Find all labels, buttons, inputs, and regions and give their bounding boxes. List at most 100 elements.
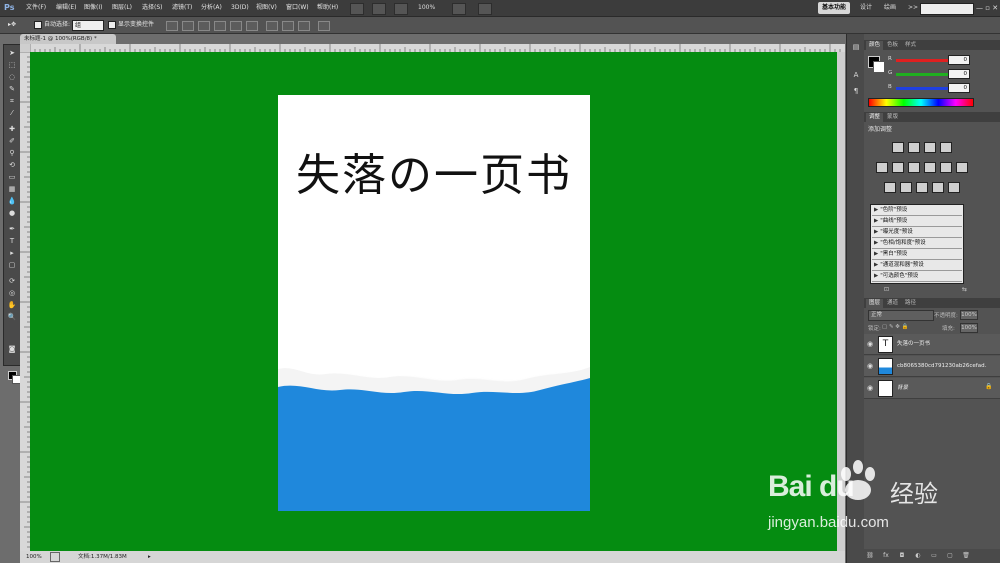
color-value-b[interactable]: 0 xyxy=(948,83,970,93)
menu-file[interactable]: 文件(F) xyxy=(26,3,46,13)
history-icon[interactable]: ▤ xyxy=(850,42,862,53)
brightness-icon[interactable] xyxy=(892,142,904,153)
add-mask-icon[interactable]: ◘ xyxy=(898,552,906,560)
tab-styles[interactable]: 样式 xyxy=(902,41,919,50)
color-balance-icon[interactable] xyxy=(908,162,920,173)
move-tool-icon[interactable]: ▸✥ xyxy=(8,20,16,30)
layer-name[interactable]: 失落の一页书 xyxy=(897,339,987,349)
hue-saturation-icon[interactable] xyxy=(892,162,904,173)
menu-analysis[interactable]: 分析(A) xyxy=(201,3,222,13)
align-vcenter-icon[interactable] xyxy=(182,21,194,31)
invert-icon[interactable] xyxy=(884,182,896,193)
adjustment-layer-icon[interactable]: ◐ xyxy=(914,552,922,560)
hand-tool-icon[interactable]: ✋ xyxy=(6,301,18,310)
brush-tool-icon[interactable]: ✐ xyxy=(6,137,18,146)
3d-camera-tool-icon[interactable]: ◎ xyxy=(6,289,18,298)
document-page[interactable]: 失落の一页书 xyxy=(278,95,590,511)
character-icon[interactable]: A xyxy=(850,70,862,81)
auto-align-icon[interactable] xyxy=(318,21,330,31)
screen-mode-icon[interactable] xyxy=(478,3,492,15)
preset-levels[interactable]: ▶ "色阶"预设 xyxy=(872,206,962,216)
history-brush-tool-icon[interactable]: ⟲ xyxy=(6,161,18,170)
menu-window[interactable]: 窗口(W) xyxy=(286,3,309,13)
preset-channel-mixer[interactable]: ▶ "通道混和器"预设 xyxy=(872,261,962,271)
new-layer-icon[interactable]: ▢ xyxy=(946,552,954,560)
threshold-icon[interactable] xyxy=(916,182,928,193)
menu-layer[interactable]: 图层(L) xyxy=(112,3,132,13)
menu-image[interactable]: 图像(I) xyxy=(84,3,102,13)
selective-color-icon[interactable] xyxy=(948,182,960,193)
eye-icon[interactable]: ◉ xyxy=(867,384,875,392)
preset-exposure[interactable]: ▶ "曝光度"预设 xyxy=(872,228,962,238)
path-select-tool-icon[interactable]: ▸ xyxy=(6,249,18,258)
healing-brush-tool-icon[interactable]: ✚ xyxy=(6,125,18,134)
zoom-level[interactable]: 100% xyxy=(418,3,448,13)
blur-tool-icon[interactable]: 💧 xyxy=(6,197,18,206)
distribute-top-icon[interactable] xyxy=(266,21,278,31)
new-group-icon[interactable]: ▭ xyxy=(930,552,938,560)
link-layers-icon[interactable]: ⛓ xyxy=(866,552,874,560)
eraser-tool-icon[interactable]: ▭ xyxy=(6,173,18,182)
layer-row-text[interactable]: ◉ T 失落の一页书 xyxy=(864,334,1000,355)
align-top-icon[interactable] xyxy=(166,21,178,31)
preset-selective-color[interactable]: ▶ "可选颜色"预设 xyxy=(872,272,962,282)
show-transform-checkbox[interactable]: 显示变换控件 xyxy=(108,20,154,30)
black-white-icon[interactable] xyxy=(924,162,936,173)
move-tool-icon[interactable]: ➤ xyxy=(6,49,18,58)
lock-icons[interactable]: ▢ ✎ ✥ 🔒 xyxy=(882,324,922,332)
paragraph-icon[interactable]: ¶ xyxy=(850,86,862,97)
preset-hue-saturation[interactable]: ▶ "色相/饱和度"预设 xyxy=(872,239,962,249)
align-hcenter-icon[interactable] xyxy=(230,21,242,31)
color-value-g[interactable]: 0 xyxy=(948,69,970,79)
eye-icon[interactable]: ◉ xyxy=(867,362,875,370)
opacity-value[interactable]: 100% xyxy=(960,310,978,320)
eyedropper-tool-icon[interactable]: ⁄ xyxy=(6,109,18,118)
quick-select-tool-icon[interactable]: ✎ xyxy=(6,85,18,94)
tab-swatches[interactable]: 色板 xyxy=(884,41,901,50)
pen-tool-icon[interactable]: ✒ xyxy=(6,225,18,234)
menu-view[interactable]: 视图(V) xyxy=(256,3,277,13)
menu-3d[interactable]: 3D(D) xyxy=(231,3,249,13)
type-tool-icon[interactable]: T xyxy=(6,237,18,246)
align-bottom-icon[interactable] xyxy=(198,21,210,31)
fill-value[interactable]: 100% xyxy=(960,323,978,333)
marquee-tool-icon[interactable]: ⬚ xyxy=(6,61,18,70)
auto-select-dropdown[interactable]: 组 xyxy=(72,20,104,31)
lasso-tool-icon[interactable]: ◌ xyxy=(6,73,18,82)
search-input[interactable] xyxy=(920,3,974,15)
layer-row-image[interactable]: ◉ cb8065380cd791230ab26cefad... xyxy=(864,356,1000,377)
distribute-bottom-icon[interactable] xyxy=(298,21,310,31)
tab-paths[interactable]: 路径 xyxy=(902,299,919,308)
layer-row-background[interactable]: ◉ 背景 🔒 xyxy=(864,378,1000,399)
align-right-icon[interactable] xyxy=(246,21,258,31)
layer-style-icon[interactable]: fx xyxy=(882,552,890,560)
view-extras-icon[interactable] xyxy=(394,3,408,15)
vibrance-icon[interactable] xyxy=(876,162,888,173)
crop-tool-icon[interactable]: ⌗ xyxy=(6,97,18,106)
align-left-icon[interactable] xyxy=(214,21,226,31)
status-icon[interactable] xyxy=(50,552,60,562)
gradient-map-icon[interactable] xyxy=(932,182,944,193)
status-menu-arrow[interactable]: ▸ xyxy=(148,552,151,562)
tab-layers[interactable]: 图层 xyxy=(866,299,884,308)
tab-masks[interactable]: 蒙版 xyxy=(884,113,901,122)
window-controls[interactable]: — ▫ ✕ xyxy=(976,3,1000,13)
shape-tool-icon[interactable]: ▢ xyxy=(6,261,18,270)
tab-channels[interactable]: 通道 xyxy=(884,299,901,308)
clone-stamp-tool-icon[interactable]: ⚲ xyxy=(6,149,18,158)
color-value-r[interactable]: 0 xyxy=(948,55,970,65)
preset-curves[interactable]: ▶ "曲线"预设 xyxy=(872,217,962,227)
ruler-corner[interactable] xyxy=(20,44,30,52)
adjust-return-icon[interactable]: ⇆ xyxy=(962,286,972,294)
exposure-icon[interactable] xyxy=(940,142,952,153)
menu-select[interactable]: 选择(S) xyxy=(142,3,163,13)
quick-mask-icon[interactable]: ◙ xyxy=(6,345,18,354)
blend-mode-dropdown[interactable]: 正常 xyxy=(868,310,934,321)
menu-edit[interactable]: 编辑(E) xyxy=(56,3,76,13)
preset-black-white[interactable]: ▶ "黑白"预设 xyxy=(872,250,962,260)
eye-icon[interactable]: ◉ xyxy=(867,340,875,348)
adjust-clip-icon[interactable]: ⊡ xyxy=(884,286,894,294)
distribute-vcenter-icon[interactable] xyxy=(282,21,294,31)
tab-adjustments[interactable]: 调整 xyxy=(866,113,884,122)
auto-select-checkbox[interactable]: 自动选择: xyxy=(34,20,70,30)
